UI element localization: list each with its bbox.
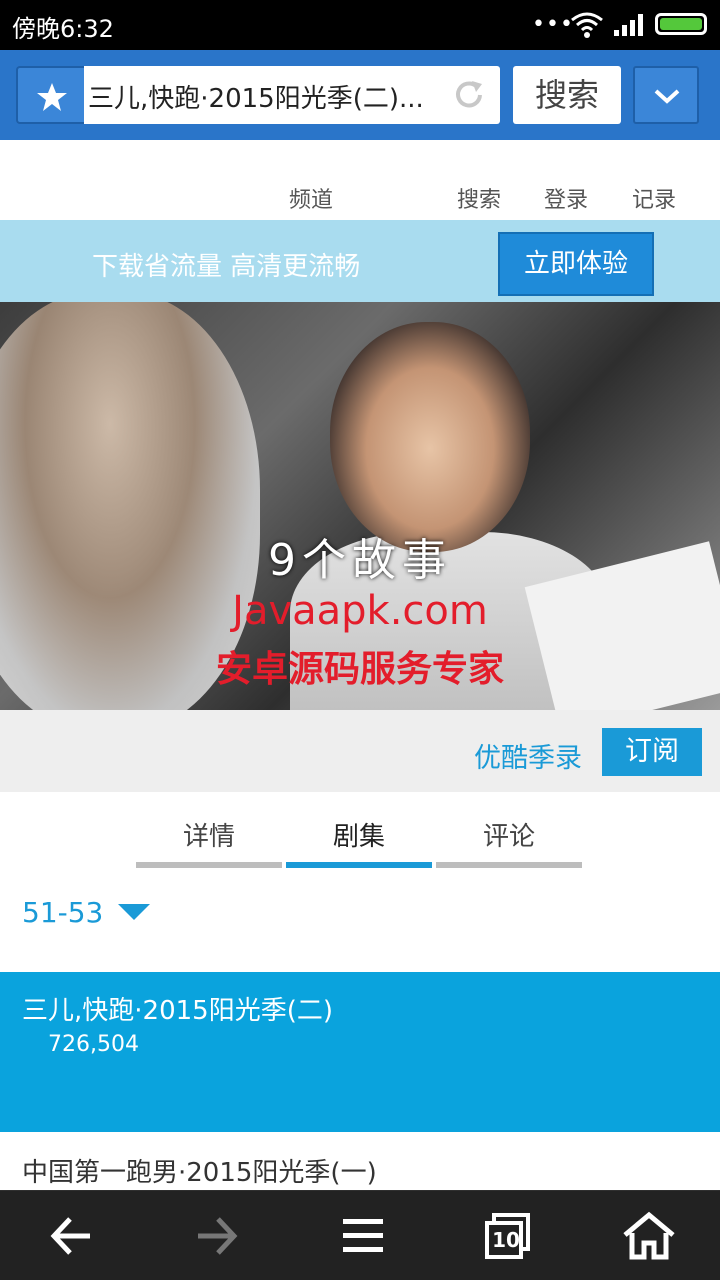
nav-item-history[interactable]: 记录 <box>632 182 676 214</box>
tab-indicator <box>286 862 432 868</box>
subscribe-row: 优酷季录 订阅 <box>0 710 720 792</box>
promo-text: 下载省流量 高清更流畅 <box>92 252 361 282</box>
search-button[interactable]: 搜索 <box>513 66 621 124</box>
site-nav: 频道 搜索 登录 记录 <box>0 140 720 220</box>
home-icon[interactable] <box>622 1211 682 1261</box>
watermark-slogan: 安卓源码服务专家 <box>215 649 504 690</box>
chevron-down-icon <box>654 89 680 104</box>
channel-link[interactable]: 优酷季录 <box>474 736 582 775</box>
refresh-icon[interactable] <box>452 78 486 116</box>
notification-dots: ••• <box>532 12 574 37</box>
wifi-icon <box>570 10 604 42</box>
episode-item[interactable]: 中国第一跑男·2015阳光季(一) <box>0 1132 720 1192</box>
status-bar: 傍晚6:32 ••• <box>0 0 720 50</box>
back-arrow-icon[interactable] <box>46 1211 106 1261</box>
episode-views: 726,504 <box>48 1032 139 1057</box>
forward-arrow-icon[interactable] <box>192 1211 252 1261</box>
try-now-button[interactable]: 立即体验 <box>498 232 654 296</box>
bookmark-button[interactable] <box>16 66 84 124</box>
watermark-site: Javaapk.com <box>232 588 488 634</box>
tab-label: 剧集 <box>332 822 385 852</box>
video-figure-right <box>330 322 530 552</box>
tabs-icon[interactable]: 10 <box>482 1211 542 1261</box>
video-player[interactable]: 9个故事 Javaapk.com 安卓源码服务专家 <box>0 302 720 710</box>
clock: 傍晚6:32 <box>12 15 114 43</box>
triangle-down-icon[interactable] <box>118 904 150 926</box>
tab-indicator <box>436 862 582 868</box>
nav-item-login[interactable]: 登录 <box>544 182 588 214</box>
url-text: 三儿,快跑·2015阳光季(二)... <box>88 84 424 114</box>
signal-icon <box>614 14 644 40</box>
tab-comments[interactable]: 评论 <box>436 792 582 868</box>
star-icon <box>37 83 67 111</box>
episode-title: 三儿,快跑·2015阳光季(二) <box>22 996 333 1026</box>
tab-count: 10 <box>492 1228 520 1252</box>
episode-item-active[interactable]: 三儿,快跑·2015阳光季(二) 726,504 <box>0 972 720 1132</box>
subscribe-button[interactable]: 订阅 <box>602 728 702 776</box>
tab-label: 详情 <box>182 822 235 852</box>
url-field[interactable]: 三儿,快跑·2015阳光季(二)... <box>84 66 500 124</box>
tab-label: 评论 <box>482 822 535 852</box>
address-bar: 三儿,快跑·2015阳光季(二)... 搜索 <box>0 50 720 140</box>
battery-icon <box>655 13 707 35</box>
menu-icon[interactable] <box>338 1211 398 1261</box>
bottom-nav: 10 <box>0 1190 720 1280</box>
tab-episodes[interactable]: 剧集 <box>286 792 432 868</box>
tab-details[interactable]: 详情 <box>136 792 282 868</box>
tab-indicator <box>136 862 282 868</box>
promo-banner: 下载省流量 高清更流畅 立即体验 <box>0 220 720 302</box>
video-subtitle: 9个故事 <box>268 535 452 586</box>
episode-range-selector[interactable]: 51-53 <box>22 896 103 929</box>
nav-item-search[interactable]: 搜索 <box>457 182 501 214</box>
content-tabs: 详情 剧集 评论 <box>0 792 720 872</box>
nav-item-channel[interactable]: 频道 <box>289 182 333 214</box>
dropdown-button[interactable] <box>633 66 699 124</box>
episode-title: 中国第一跑男·2015阳光季(一) <box>22 1158 377 1188</box>
